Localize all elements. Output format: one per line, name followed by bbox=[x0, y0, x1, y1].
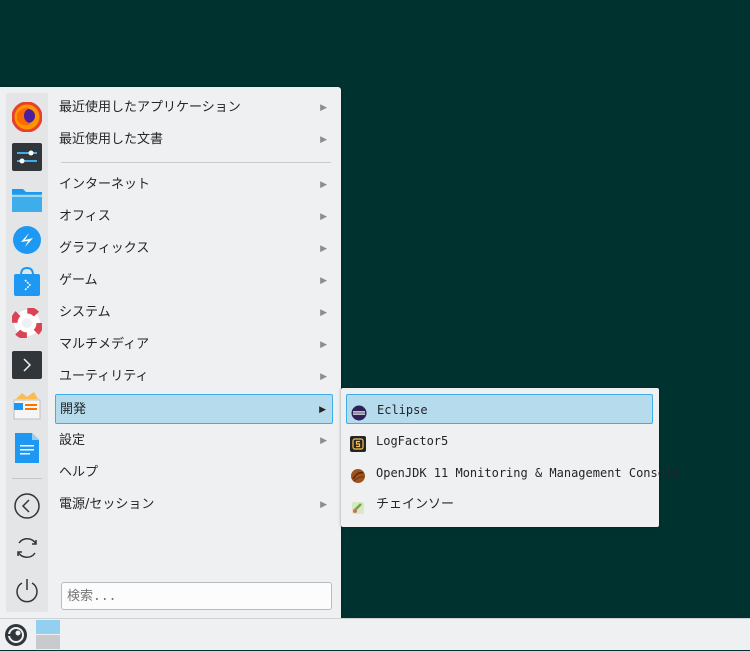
chevron-right-icon: ▶ bbox=[320, 103, 327, 113]
application-launcher-icon[interactable] bbox=[4, 623, 28, 647]
taskbar bbox=[0, 618, 750, 650]
category-label: 最近使用したアプリケーション bbox=[59, 100, 241, 115]
logout-icon[interactable] bbox=[11, 490, 43, 522]
submenu-item-eclipse[interactable]: Eclipse bbox=[346, 394, 653, 424]
firefox-icon[interactable] bbox=[11, 101, 43, 133]
chevron-right-icon: ▶ bbox=[320, 340, 327, 350]
restart-icon[interactable] bbox=[11, 532, 43, 564]
chevron-right-icon: ▶ bbox=[320, 180, 327, 190]
submenu-item-label: OpenJDK 11 Monitoring & Management Conso… bbox=[376, 466, 680, 480]
chevron-right-icon: ▶ bbox=[320, 500, 327, 510]
category-label: 開発 bbox=[60, 402, 87, 417]
category-label: ゲーム bbox=[59, 273, 98, 288]
logfactor5-icon bbox=[350, 433, 366, 452]
category-settings[interactable]: 設定 ▶ bbox=[55, 426, 333, 456]
category-label: ユーティリティ bbox=[59, 369, 149, 384]
category-office[interactable]: オフィス ▶ bbox=[55, 202, 333, 232]
help-lifebuoy-icon[interactable] bbox=[11, 307, 43, 339]
screenshot-tool-icon[interactable] bbox=[11, 390, 43, 422]
category-graphics[interactable]: グラフィックス ▶ bbox=[55, 234, 333, 264]
chevron-right-icon: ▶ bbox=[320, 276, 327, 286]
favorites-bar bbox=[6, 93, 48, 612]
category-internet[interactable]: インターネット ▶ bbox=[55, 170, 333, 200]
virtual-desktop-pager[interactable] bbox=[36, 619, 60, 650]
chevron-right-icon: ▶ bbox=[320, 212, 327, 222]
submenu-item-label: LogFactor5 bbox=[376, 434, 449, 448]
category-games[interactable]: ゲーム ▶ bbox=[55, 266, 333, 296]
search-input[interactable] bbox=[61, 582, 332, 610]
category-recent-applications[interactable]: 最近使用したアプリケーション ▶ bbox=[55, 93, 333, 123]
category-label: グラフィックス bbox=[59, 241, 150, 256]
favorites-separator bbox=[12, 478, 42, 479]
category-label: システム bbox=[59, 305, 111, 320]
category-label: マルチメディア bbox=[59, 337, 150, 352]
shutdown-icon[interactable] bbox=[11, 574, 43, 606]
category-system[interactable]: システム ▶ bbox=[55, 298, 333, 328]
category-label: ヘルプ bbox=[59, 465, 99, 480]
file-manager-icon[interactable] bbox=[11, 183, 43, 215]
development-submenu: Eclipse LogFactor5 OpenJDK 11 Monitoring… bbox=[341, 388, 679, 527]
category-label: 設定 bbox=[59, 433, 86, 448]
submenu-item-label: チェインソー bbox=[376, 497, 455, 512]
kdeconnect-icon[interactable] bbox=[11, 224, 43, 256]
category-utilities[interactable]: ユーティリティ ▶ bbox=[55, 362, 333, 392]
category-label: 最近使用した文書 bbox=[59, 132, 164, 147]
chevron-right-icon: ▶ bbox=[320, 436, 327, 446]
submenu-item-openjdk-console[interactable]: OpenJDK 11 Monitoring & Management Conso… bbox=[346, 458, 679, 488]
desktop-2[interactable] bbox=[36, 635, 60, 649]
chevron-right-icon: ▶ bbox=[320, 372, 327, 382]
chevron-right-icon: ▶ bbox=[320, 308, 327, 318]
terminal-icon[interactable] bbox=[11, 349, 43, 381]
chevron-right-icon: ▶ bbox=[320, 135, 327, 145]
submenu-item-label: Eclipse bbox=[377, 403, 428, 417]
system-settings-icon[interactable] bbox=[11, 141, 43, 173]
category-separator bbox=[61, 162, 331, 163]
category-recent-documents[interactable]: 最近使用した文書 ▶ bbox=[55, 125, 333, 155]
discover-store-icon[interactable] bbox=[11, 266, 43, 298]
category-label: オフィス bbox=[59, 209, 111, 224]
desktop-1[interactable] bbox=[36, 620, 60, 634]
submenu-item-chainsaw[interactable]: チェインソー bbox=[346, 490, 653, 520]
chevron-right-icon: ▶ bbox=[319, 405, 326, 415]
eclipse-icon bbox=[351, 402, 367, 421]
application-menu: 最近使用したアプリケーション ▶ 最近使用した文書 ▶ インターネット ▶ オフ… bbox=[0, 87, 341, 618]
category-help[interactable]: ヘルプ bbox=[55, 458, 333, 488]
category-label: インターネット bbox=[59, 177, 151, 192]
chainsaw-icon bbox=[350, 497, 366, 514]
java-icon bbox=[350, 465, 366, 483]
category-development[interactable]: 開発 ▶ bbox=[55, 394, 333, 424]
category-label: 電源/セッション bbox=[59, 497, 155, 512]
category-multimedia[interactable]: マルチメディア ▶ bbox=[55, 330, 333, 360]
text-editor-icon[interactable] bbox=[11, 432, 43, 464]
category-power-session[interactable]: 電源/セッション ▶ bbox=[55, 490, 333, 520]
chevron-right-icon: ▶ bbox=[320, 244, 327, 254]
submenu-item-logfactor5[interactable]: LogFactor5 bbox=[346, 426, 653, 456]
